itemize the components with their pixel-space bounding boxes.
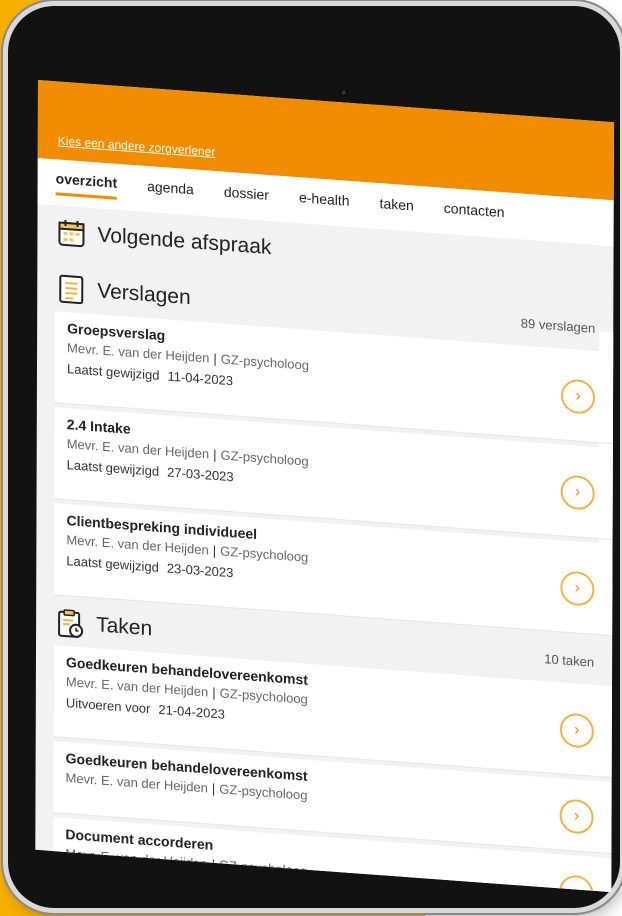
author-role: GZ-psycholoog <box>219 781 308 803</box>
reports-title: Verslagen <box>97 279 191 310</box>
change-provider-link[interactable]: Kies een andere zorgverlener <box>58 133 215 159</box>
meta-date: 11-04-2023 <box>167 368 234 389</box>
tasks-count: 10 taken <box>544 650 595 670</box>
calendar-icon <box>55 216 87 250</box>
meta-label: Uitvoeren voor <box>65 695 151 717</box>
meta-label: Laatst gewijzigd <box>66 361 160 383</box>
meta-label: Laatst gewijzigd <box>66 457 160 479</box>
clipboard-clock-icon <box>54 606 86 640</box>
tab-taken[interactable]: taken <box>380 195 414 220</box>
tab-contacten[interactable]: contacten <box>444 200 505 226</box>
tab-e-health[interactable]: e-health <box>299 189 350 215</box>
overview-content: Volgende afspraak Verslagen 89 verslagen… <box>53 209 614 893</box>
camera-icon <box>339 88 348 97</box>
tab-agenda[interactable]: agenda <box>147 178 194 203</box>
document-icon <box>55 272 87 306</box>
author-role: GZ-psycholoog <box>219 685 308 707</box>
author-role: GZ-psycholoog <box>220 447 309 469</box>
next-appointment-title: Volgende afspraak <box>97 223 272 260</box>
meta-date: 23-03-2023 <box>166 560 234 581</box>
meta-date: 21-04-2023 <box>158 701 225 722</box>
app-screen: Kies een andere zorgverlener overzicht a… <box>35 80 614 893</box>
meta-date: 27-03-2023 <box>167 464 234 485</box>
meta-label: Laatst gewijzigd <box>66 553 159 575</box>
tab-overzicht[interactable]: overzicht <box>55 169 118 200</box>
author-role: GZ-psycholoog <box>220 351 310 373</box>
tab-dossier[interactable]: dossier <box>224 184 269 209</box>
author-role: GZ-psycholoog <box>220 543 309 565</box>
reports-count: 89 verslagen <box>520 314 596 336</box>
tasks-title: Taken <box>96 613 153 641</box>
